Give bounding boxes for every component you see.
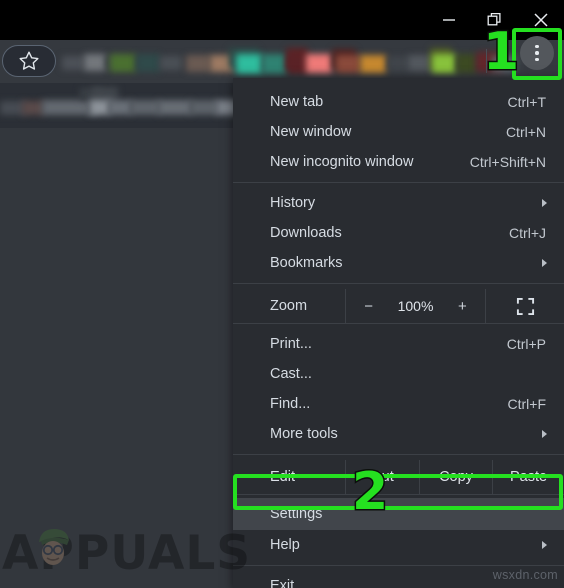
menu-item-print[interactable]: Print... Ctrl+P (233, 329, 564, 359)
menu-item-bookmarks[interactable]: Bookmarks (233, 248, 564, 278)
menu-item-shortcut: Ctrl+P (506, 336, 546, 352)
edit-label: Edit (270, 469, 295, 485)
menu-separator (233, 454, 564, 455)
copy-button[interactable]: Copy (419, 460, 492, 494)
menu-item-label: New incognito window (270, 154, 414, 170)
menu-item-label: New tab (270, 94, 324, 110)
menu-item-cast[interactable]: Cast... (233, 359, 564, 389)
bookmark-star-button[interactable] (2, 45, 56, 77)
zoom-in-button[interactable]: + (455, 298, 469, 315)
chevron-right-icon (542, 199, 547, 207)
menu-item-shortcut: Ctrl+F (507, 396, 547, 412)
site-watermark: wsxdn.com (492, 568, 558, 582)
menu-separator (233, 565, 564, 566)
menu-item-label: Settings (270, 506, 323, 522)
menu-item-help[interactable]: Help (233, 530, 564, 560)
minimize-button[interactable] (426, 0, 472, 40)
restore-icon (487, 12, 501, 26)
appuals-watermark: APPUALS (2, 524, 251, 582)
menu-item-label: New window (270, 124, 352, 140)
restore-button[interactable] (472, 0, 518, 40)
zoom-out-button[interactable]: − (362, 298, 376, 315)
menu-item-new-incognito-window[interactable]: New incognito window Ctrl+Shift+N (233, 147, 564, 177)
three-dot-menu-icon (535, 44, 539, 49)
menu-item-settings[interactable]: Settings (233, 498, 564, 530)
appuals-mascot-icon (39, 529, 69, 565)
menu-item-new-window[interactable]: New window Ctrl+N (233, 117, 564, 147)
three-dot-menu-button[interactable] (520, 36, 554, 70)
zoom-label: Zoom (270, 298, 308, 314)
menu-item-label: More tools (270, 426, 338, 442)
close-icon (534, 13, 548, 27)
close-button[interactable] (518, 0, 564, 40)
menu-separator (233, 283, 564, 284)
edit-row: Edit Cut Copy Paste (233, 460, 564, 494)
blurred-bookmark-icons (0, 40, 564, 83)
menu-item-shortcut: Ctrl+Shift+N (469, 154, 546, 170)
chevron-right-icon (542, 541, 547, 549)
zoom-level-value: 100% (397, 298, 434, 314)
menu-item-find[interactable]: Find... Ctrl+F (233, 389, 564, 419)
menu-item-label: Exit (270, 578, 295, 588)
menu-item-label: Help (270, 537, 300, 553)
menu-item-history[interactable]: History (233, 188, 564, 218)
menu-separator (233, 182, 564, 183)
toolbar-separator (486, 49, 487, 73)
menu-item-label: History (270, 195, 316, 211)
menu-item-shortcut: Ctrl+N (505, 124, 546, 140)
menu-item-label: Find... (270, 396, 311, 412)
star-icon (19, 51, 39, 70)
title-bar (0, 0, 564, 40)
fullscreen-button[interactable] (486, 289, 564, 323)
three-dot-menu-icon (535, 51, 539, 55)
menu-item-more-tools[interactable]: More tools (233, 419, 564, 449)
chevron-right-icon (542, 430, 547, 438)
menu-item-shortcut: Ctrl+J (509, 225, 546, 241)
paste-button[interactable]: Paste (492, 460, 564, 494)
menu-item-label: Bookmarks (270, 255, 343, 271)
menu-item-new-tab[interactable]: New tab Ctrl+T (233, 87, 564, 117)
window-controls (426, 0, 564, 40)
cut-button[interactable]: Cut (345, 460, 419, 494)
zoom-controls: − 100% + (345, 289, 486, 323)
menu-item-label: Downloads (270, 225, 342, 241)
menu-item-label: Cast... (270, 366, 312, 382)
chevron-right-icon (542, 259, 547, 267)
menu-item-downloads[interactable]: Downloads Ctrl+J (233, 218, 564, 248)
zoom-row: Zoom − 100% + (233, 289, 564, 323)
minimize-icon (443, 19, 455, 21)
bookmarks-toolbar (0, 40, 564, 83)
browser-window: New tab Ctrl+T New window Ctrl+N New inc… (0, 0, 564, 588)
menu-item-shortcut: Ctrl+T (507, 94, 547, 110)
chrome-main-menu: New tab Ctrl+T New window Ctrl+N New inc… (233, 78, 564, 588)
three-dot-menu-icon (535, 57, 539, 62)
menu-item-label: Print... (270, 336, 312, 352)
fullscreen-icon (516, 297, 534, 315)
